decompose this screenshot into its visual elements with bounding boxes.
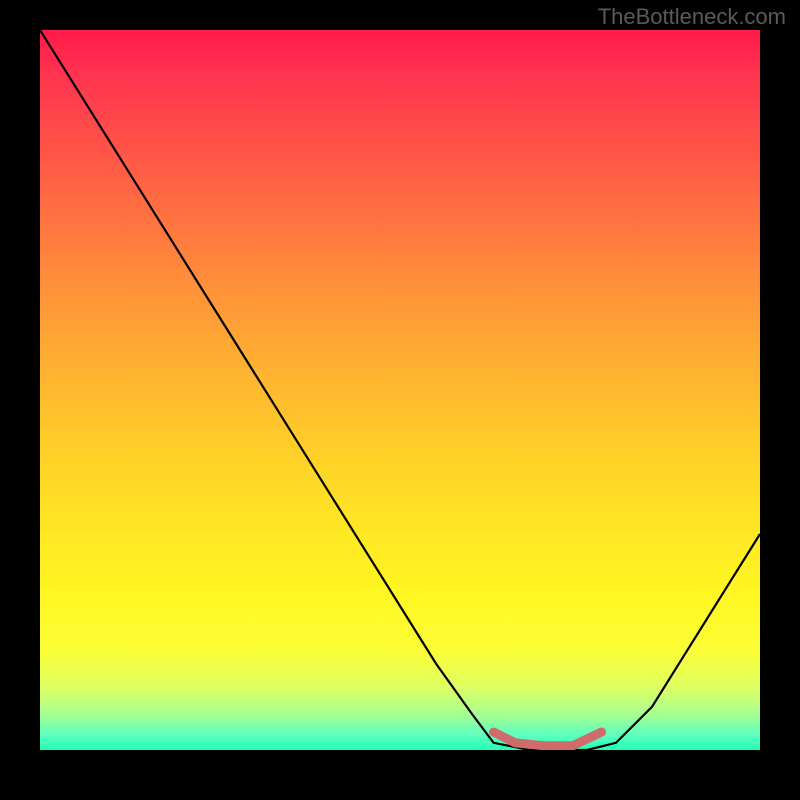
chart-plot-area bbox=[40, 30, 760, 750]
chart-main-curve bbox=[40, 30, 760, 750]
chart-svg bbox=[40, 30, 760, 750]
chart-highlight-segment bbox=[494, 732, 602, 746]
watermark-text: TheBottleneck.com bbox=[598, 4, 786, 30]
